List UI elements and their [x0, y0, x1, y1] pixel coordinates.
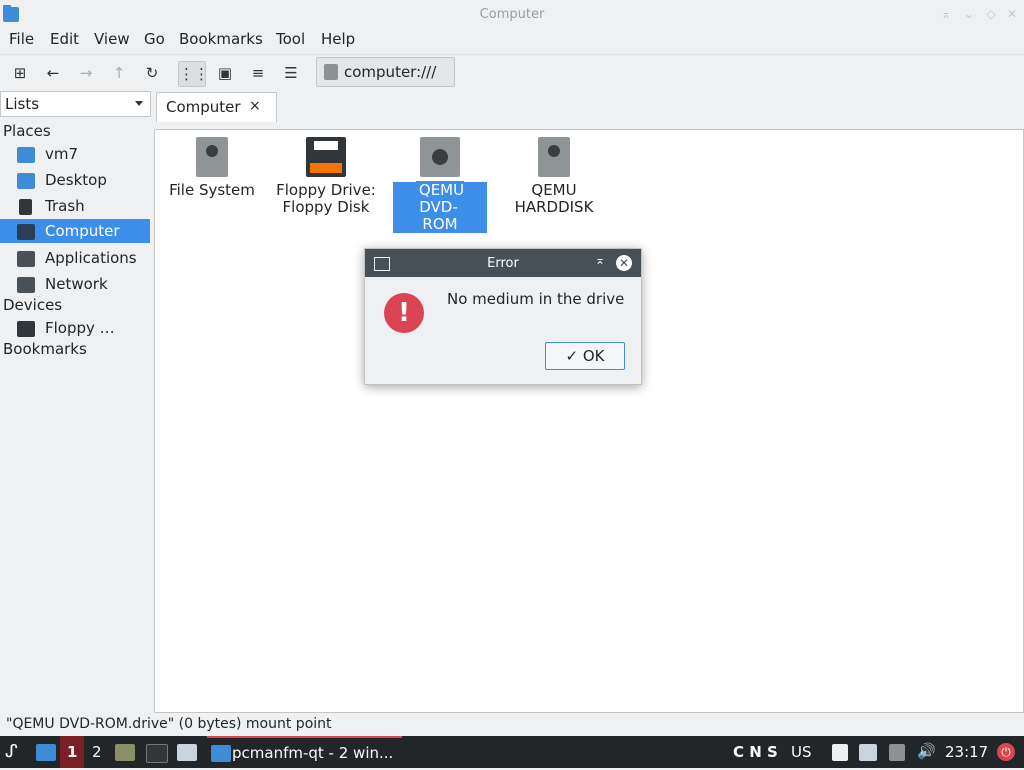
folder-icon: [211, 745, 231, 762]
network-icon: [17, 277, 35, 293]
terminal-launcher-icon[interactable]: [146, 744, 168, 763]
error-icon: !: [384, 293, 424, 333]
file-view[interactable]: File System Floppy Drive: Floppy Disk QEM…: [154, 129, 1024, 713]
sidebar-item-label: Trash: [45, 197, 85, 215]
ok-label: OK: [582, 347, 605, 365]
computer-icon: [17, 224, 35, 240]
floppy-icon: [17, 321, 35, 337]
update-notifier-icon[interactable]: [859, 744, 877, 761]
text-editor-launcher-icon[interactable]: [177, 744, 197, 761]
address-bar[interactable]: computer:///: [316, 57, 455, 87]
taskbar-window-label: pcmanfm-qt - 2 win...: [232, 744, 394, 762]
sidebar-item-label: Applications: [45, 249, 137, 267]
address-text: computer:///: [344, 63, 437, 81]
thumbnail-view-icon[interactable]: ▣: [212, 61, 238, 85]
sidebar-item-label: Computer: [45, 222, 120, 240]
sidebar: Places vm7 Desktop Trash Computer Applic…: [0, 118, 152, 713]
maximize-icon[interactable]: ◇: [983, 6, 999, 22]
file-label: QEMU DVD- ROM: [393, 181, 487, 233]
menu-view[interactable]: View: [94, 30, 130, 48]
menu-help[interactable]: Help: [321, 30, 355, 48]
new-tab-icon[interactable]: ⊞: [7, 61, 33, 85]
dialog-message: No medium in the drive: [447, 290, 625, 308]
keep-above-icon[interactable]: ⌅: [595, 253, 605, 267]
sidebar-item-label: Floppy …: [45, 319, 115, 337]
back-icon[interactable]: ←: [40, 61, 66, 85]
sidebar-item-vm7[interactable]: vm7: [0, 142, 150, 166]
show-desktop-icon[interactable]: [36, 744, 56, 761]
compact-view-icon[interactable]: ≡: [245, 61, 271, 85]
menu-bar: File Edit View Go Bookmarks Tool Help: [0, 30, 1024, 52]
close-tab-icon[interactable]: ×: [249, 98, 261, 114]
removable-media-icon[interactable]: [889, 744, 905, 761]
dialog-title-bar[interactable]: Error ⌅ ✕: [365, 249, 641, 277]
sidebar-mode-value: Lists: [5, 95, 40, 113]
status-bar: "QEMU DVD-ROM.drive" (0 bytes) mount poi…: [6, 716, 332, 732]
desktop-icon: [17, 173, 35, 189]
menu-file[interactable]: File: [9, 30, 34, 48]
section-devices: Devices: [3, 296, 63, 314]
sidebar-item-desktop[interactable]: Desktop: [0, 168, 150, 192]
menu-edit[interactable]: Edit: [50, 30, 79, 48]
keyboard-layout[interactable]: US: [791, 743, 812, 761]
taskbar-window-button[interactable]: pcmanfm-qt - 2 win...: [207, 736, 402, 770]
sidebar-item-network[interactable]: Network: [0, 272, 150, 296]
sidebar-item-floppy[interactable]: Floppy …: [0, 316, 150, 340]
toolbar: ⊞ ← → ↑ ↻ ⋮⋮ ▣ ≡ ☰: [0, 54, 1024, 91]
power-icon[interactable]: ⏻: [997, 743, 1015, 761]
error-dialog: Error ⌅ ✕ ! No medium in the drive ✓ OK: [364, 248, 642, 385]
workspace-2[interactable]: 2: [92, 743, 102, 761]
file-label: QEMU HARDDISK: [514, 181, 594, 216]
sidebar-item-computer[interactable]: Computer: [0, 219, 150, 243]
icon-view-icon[interactable]: ⋮⋮: [178, 61, 209, 87]
ok-button[interactable]: ✓ OK: [545, 342, 625, 370]
taskbar: ᔑ 1 2 pcmanfm-qt - 2 win... C N S US 🔊 2…: [0, 736, 1024, 768]
check-icon: ✓: [565, 347, 579, 365]
home-folder-icon: [17, 147, 35, 163]
tab-label: Computer: [166, 98, 241, 116]
trash-icon: [19, 199, 32, 215]
chevron-down-icon: [135, 101, 143, 106]
sidebar-item-label: Desktop: [45, 171, 107, 189]
applications-icon: [17, 251, 35, 267]
menu-tool[interactable]: Tool: [276, 30, 305, 48]
menu-go[interactable]: Go: [144, 30, 165, 48]
reload-icon[interactable]: ↻: [139, 61, 165, 85]
close-icon[interactable]: ✕: [1004, 6, 1020, 22]
workspace-1[interactable]: 1: [60, 736, 84, 768]
dvd-icon: [420, 137, 460, 177]
close-icon[interactable]: ✕: [616, 255, 632, 271]
keyboard-indicators: C N S: [733, 743, 778, 761]
menu-bookmarks[interactable]: Bookmarks: [179, 30, 263, 48]
title-bar: Computer ⌅ ⌄ ◇ ✕: [0, 0, 1024, 30]
section-bookmarks: Bookmarks: [3, 340, 87, 358]
detailed-list-icon[interactable]: ☰: [278, 61, 304, 85]
minimize-icon[interactable]: ⌄: [961, 6, 977, 22]
file-label: Floppy Drive: Floppy Disk: [276, 181, 376, 216]
drive-icon: [324, 64, 338, 80]
file-label: File System: [169, 181, 255, 199]
start-menu-icon[interactable]: ᔑ: [5, 741, 18, 762]
drive-icon: [196, 137, 228, 177]
floppy-drive-icon: [306, 137, 346, 177]
clipboard-icon[interactable]: [832, 744, 848, 761]
workspace-label: 1: [67, 743, 78, 761]
up-icon[interactable]: ↑: [106, 61, 132, 85]
file-manager-launcher-icon[interactable]: [115, 744, 135, 761]
sidebar-item-label: Network: [45, 275, 108, 293]
sidebar-item-trash[interactable]: Trash: [0, 194, 150, 218]
tab-computer[interactable]: Computer ×: [156, 92, 277, 122]
keep-above-icon[interactable]: ⌅: [938, 6, 954, 22]
sidebar-item-label: vm7: [45, 145, 79, 163]
section-places: Places: [3, 122, 51, 140]
harddisk-icon: [538, 137, 570, 177]
volume-icon[interactable]: 🔊: [917, 742, 936, 760]
forward-icon[interactable]: →: [73, 61, 99, 85]
sidebar-mode-select[interactable]: Lists: [0, 91, 151, 117]
window-title: Computer: [479, 7, 545, 22]
sidebar-item-applications[interactable]: Applications: [0, 246, 150, 270]
clock[interactable]: 23:17: [945, 743, 988, 761]
